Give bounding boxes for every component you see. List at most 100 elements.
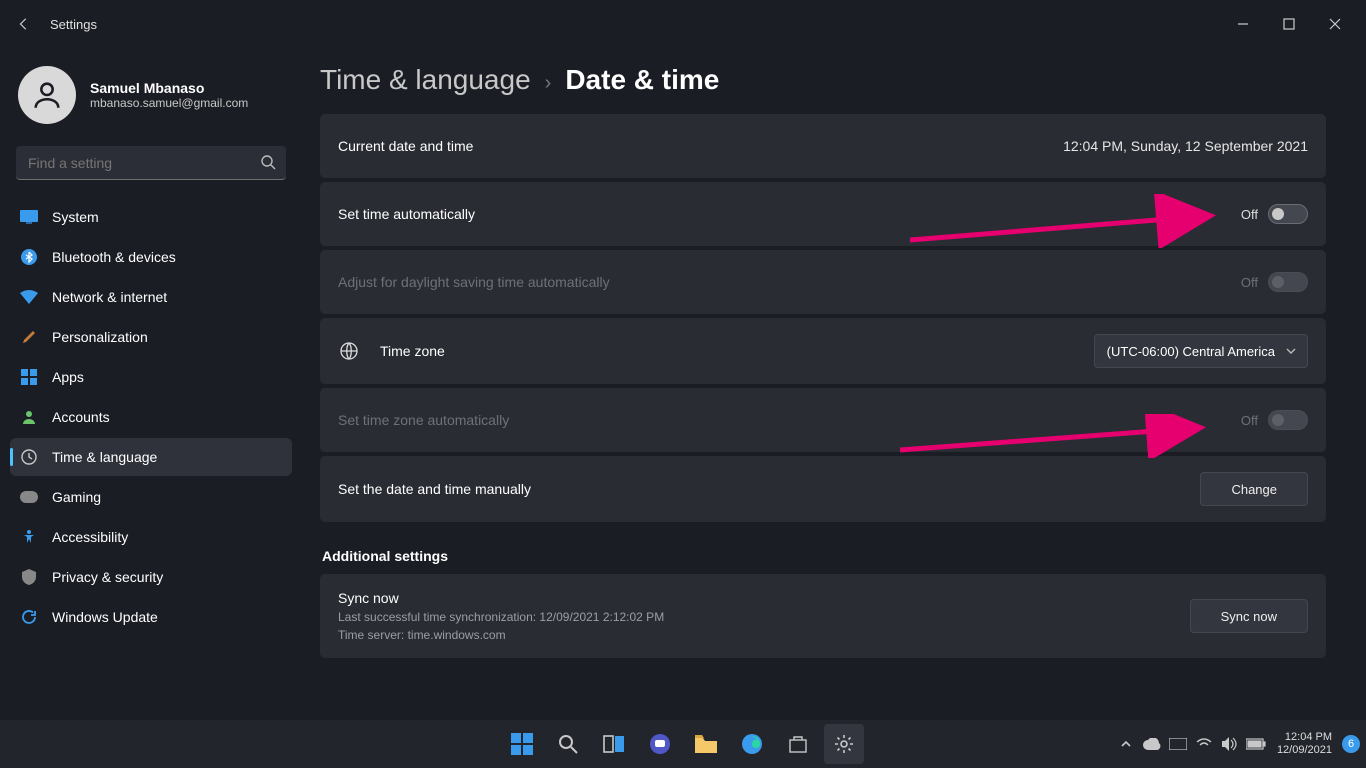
edge-icon — [741, 733, 763, 755]
nav-label: Time & language — [52, 449, 157, 465]
chat-icon — [649, 733, 671, 755]
volume-tray-icon[interactable] — [1219, 733, 1241, 755]
wifi-icon — [1196, 738, 1212, 750]
chevron-up-icon — [1120, 738, 1132, 750]
close-button[interactable] — [1312, 8, 1358, 40]
windows-icon — [511, 733, 533, 755]
nav-label: Accessibility — [52, 529, 128, 545]
search-input[interactable] — [16, 146, 286, 180]
card-label: Current date and time — [338, 138, 473, 154]
notification-badge[interactable]: 6 — [1342, 735, 1360, 753]
set-tz-auto-toggle — [1268, 410, 1308, 430]
accounts-icon — [20, 408, 38, 426]
edge-button[interactable] — [732, 724, 772, 764]
toggle-state: Off — [1241, 207, 1258, 222]
breadcrumb-parent[interactable]: Time & language — [320, 64, 531, 96]
nav-label: Accounts — [52, 409, 110, 425]
sync-last: Last successful time synchronization: 12… — [338, 610, 664, 624]
window-title: Settings — [50, 17, 97, 32]
sync-now-button[interactable]: Sync now — [1190, 599, 1308, 633]
chevron-down-icon — [1285, 345, 1297, 357]
speaker-icon — [1222, 737, 1238, 751]
clock-date: 12/09/2021 — [1277, 744, 1332, 757]
minimize-icon — [1237, 18, 1249, 30]
cloud-icon — [1143, 738, 1161, 750]
nav-system[interactable]: System — [10, 198, 292, 236]
card-label: Adjust for daylight saving time automati… — [338, 274, 610, 290]
taskview-button[interactable] — [594, 724, 634, 764]
user-icon — [30, 78, 64, 112]
taskview-icon — [603, 735, 625, 753]
manual-datetime-card: Set the date and time manually Change — [320, 456, 1326, 522]
nav-accessibility[interactable]: Accessibility — [10, 518, 292, 556]
card-label: Time zone — [380, 343, 445, 359]
change-button[interactable]: Change — [1200, 472, 1308, 506]
nav-accounts[interactable]: Accounts — [10, 398, 292, 436]
titlebar: Settings — [0, 0, 1366, 48]
set-timezone-automatically-card: Set time zone automatically Off — [320, 388, 1326, 452]
set-time-automatically-card: Set time automatically Off — [320, 182, 1326, 246]
additional-settings-heading: Additional settings — [322, 548, 1324, 564]
breadcrumb: Time & language › Date & time — [320, 64, 1326, 96]
explorer-button[interactable] — [686, 724, 726, 764]
back-button[interactable] — [8, 8, 40, 40]
card-label: Set time automatically — [338, 206, 475, 222]
toggle-state: Off — [1241, 275, 1258, 290]
nav-label: Network & internet — [52, 289, 167, 305]
set-time-auto-toggle[interactable] — [1268, 204, 1308, 224]
language-tray-icon[interactable] — [1167, 733, 1189, 755]
tray-overflow[interactable] — [1115, 733, 1137, 755]
onedrive-tray-icon[interactable] — [1141, 733, 1163, 755]
content-area: Time & language › Date & time Current da… — [300, 48, 1366, 720]
maximize-button[interactable] — [1266, 8, 1312, 40]
timezone-dropdown[interactable]: (UTC-06:00) Central America — [1094, 334, 1308, 368]
nav-network[interactable]: Network & internet — [10, 278, 292, 316]
current-datetime-value: 12:04 PM, Sunday, 12 September 2021 — [1063, 138, 1308, 154]
wifi-tray-icon[interactable] — [1193, 733, 1215, 755]
accessibility-icon — [20, 528, 38, 546]
nav-label: Bluetooth & devices — [52, 249, 176, 265]
avatar — [18, 66, 76, 124]
nav-apps[interactable]: Apps — [10, 358, 292, 396]
nav-label: Windows Update — [52, 609, 158, 625]
dst-card: Adjust for daylight saving time automati… — [320, 250, 1326, 314]
system-icon — [20, 208, 38, 226]
minimize-button[interactable] — [1220, 8, 1266, 40]
store-icon — [788, 734, 808, 754]
search-box[interactable] — [16, 146, 286, 180]
user-name: Samuel Mbanaso — [90, 80, 248, 96]
user-email: mbanaso.samuel@gmail.com — [90, 96, 248, 110]
nav-label: Apps — [52, 369, 84, 385]
toggle-state: Off — [1241, 413, 1258, 428]
nav-gaming[interactable]: Gaming — [10, 478, 292, 516]
timezone-value: (UTC-06:00) Central America — [1107, 344, 1275, 359]
sync-title: Sync now — [338, 590, 664, 606]
user-block[interactable]: Samuel Mbanaso mbanaso.samuel@gmail.com — [10, 56, 292, 142]
bluetooth-icon — [20, 248, 38, 266]
sidebar: Samuel Mbanaso mbanaso.samuel@gmail.com … — [0, 48, 300, 720]
nav-time-language[interactable]: Time & language — [10, 438, 292, 476]
nav-windows-update[interactable]: Windows Update — [10, 598, 292, 636]
sync-server: Time server: time.windows.com — [338, 628, 664, 642]
store-button[interactable] — [778, 724, 818, 764]
wifi-icon — [20, 288, 38, 306]
nav-label: Gaming — [52, 489, 101, 505]
nav-bluetooth[interactable]: Bluetooth & devices — [10, 238, 292, 276]
search-button[interactable] — [548, 724, 588, 764]
start-button[interactable] — [502, 724, 542, 764]
clock-globe-icon — [20, 448, 38, 466]
nav-privacy[interactable]: Privacy & security — [10, 558, 292, 596]
update-icon — [20, 608, 38, 626]
current-datetime-card: Current date and time 12:04 PM, Sunday, … — [320, 114, 1326, 178]
timezone-card: Time zone (UTC-06:00) Central America — [320, 318, 1326, 384]
keyboard-icon — [1169, 738, 1187, 750]
battery-tray-icon[interactable] — [1245, 733, 1267, 755]
close-icon — [1329, 18, 1341, 30]
nav-personalization[interactable]: Personalization — [10, 318, 292, 356]
taskbar-clock[interactable]: 12:04 PM 12/09/2021 — [1271, 731, 1338, 757]
card-label: Set the date and time manually — [338, 481, 531, 497]
chat-button[interactable] — [640, 724, 680, 764]
settings-button[interactable] — [824, 724, 864, 764]
taskbar: 12:04 PM 12/09/2021 6 — [0, 720, 1366, 768]
sync-now-card: Sync now Last successful time synchroniz… — [320, 574, 1326, 658]
